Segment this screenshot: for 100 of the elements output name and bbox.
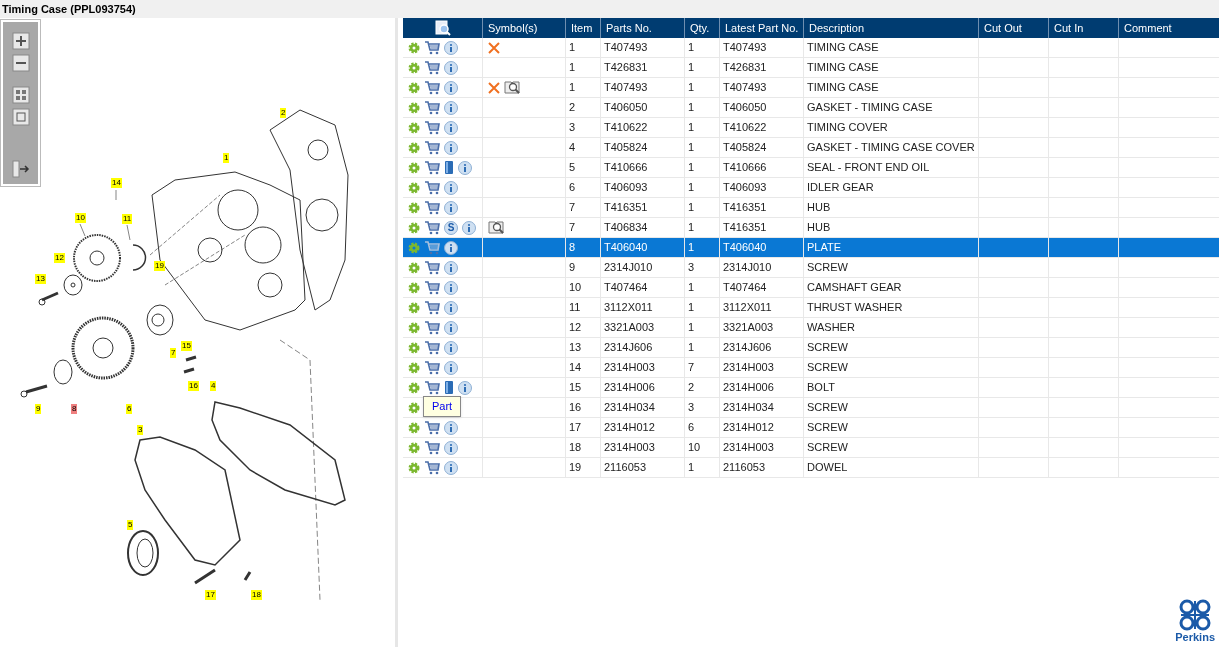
table-row[interactable]: 14 2314H003 7 2314H003 SCREW (403, 358, 1219, 378)
column-header[interactable]: Comment (1119, 18, 1219, 38)
shopping-cart-icon[interactable] (424, 260, 440, 275)
shopping-cart-icon[interactable] (424, 120, 440, 135)
info-icon[interactable] (444, 360, 458, 375)
callout-label[interactable]: 9 (35, 404, 42, 414)
shopping-cart-icon[interactable] (424, 240, 440, 255)
table-row[interactable]: 13 2314J606 1 2314J606 SCREW (403, 338, 1219, 358)
callout-label[interactable]: 1 (223, 153, 230, 163)
table-row[interactable]: 8 T406040 1 T406040 PLATE (403, 238, 1219, 258)
info-icon[interactable] (462, 220, 476, 235)
shopping-cart-icon[interactable] (424, 180, 440, 195)
table-cell-text: T406040 (723, 240, 767, 256)
callout-label[interactable]: 7 (170, 348, 177, 358)
table-cell-text: 1 (688, 60, 695, 76)
info-icon[interactable] (444, 180, 458, 195)
table-cell-text: 2314H012 (604, 420, 655, 436)
info-icon[interactable] (444, 120, 458, 135)
table-row[interactable]: S 7 T406834 1 T416351 HUB (403, 218, 1219, 238)
table-row[interactable]: 1 T407493 1 T407493 TIMING CASE (403, 78, 1219, 98)
shopping-cart-icon[interactable] (424, 380, 440, 395)
callout-label[interactable]: 2 (280, 108, 287, 118)
shopping-cart-icon[interactable] (424, 140, 440, 155)
info-icon[interactable] (444, 200, 458, 215)
search-list-icon[interactable] (434, 20, 451, 36)
table-row[interactable]: 15 2314H006 2 2314H006 BOLT (403, 378, 1219, 398)
info-icon[interactable] (444, 240, 458, 255)
callout-label[interactable]: 13 (35, 274, 46, 284)
table-row[interactable]: 17 2314H012 6 2314H012 SCREW (403, 418, 1219, 438)
shopping-cart-icon[interactable] (424, 160, 440, 175)
info-icon[interactable] (458, 380, 472, 395)
fit-view-icon[interactable] (11, 86, 30, 104)
zoom-in-icon[interactable] (11, 32, 30, 50)
callout-label[interactable]: 3 (137, 425, 144, 435)
shopping-cart-icon[interactable] (424, 340, 440, 355)
info-icon[interactable] (444, 40, 458, 55)
table-row[interactable]: 9 2314J010 3 2314J010 SCREW (403, 258, 1219, 278)
table-cell-text: HUB (807, 220, 831, 236)
shopping-cart-icon[interactable] (424, 40, 440, 55)
shopping-cart-icon[interactable] (424, 280, 440, 295)
callout-label[interactable]: 15 (181, 341, 192, 351)
info-icon[interactable] (444, 280, 458, 295)
table-row[interactable]: 4 T405824 1 T405824 GASKET - TIMING CASE COVER (403, 138, 1219, 158)
callout-label[interactable]: 8 (71, 404, 78, 414)
callout-label[interactable]: 11 (122, 214, 133, 224)
table-cell-text: 3321A003 (604, 320, 655, 336)
callout-label[interactable]: 5 (127, 520, 134, 530)
info-icon[interactable] (458, 160, 472, 175)
table-row[interactable]: 2 T406050 1 T406050 GASKET - TIMING CASE (403, 98, 1219, 118)
callout-label[interactable]: 12 (54, 253, 65, 263)
table-row[interactable]: 7 T416351 1 T416351 HUB (403, 198, 1219, 218)
table-row[interactable]: 10 T407464 1 T407464 CAMSHAFT GEAR (403, 278, 1219, 298)
info-icon[interactable] (444, 260, 458, 275)
shopping-cart-icon[interactable] (424, 220, 440, 235)
shopping-cart-icon[interactable] (424, 100, 440, 115)
table-cell-text: 1 (688, 160, 695, 176)
callout-label[interactable]: 10 (75, 213, 86, 223)
table-row[interactable]: 1 T426831 1 T426831 TIMING CASE (403, 58, 1219, 78)
info-icon[interactable] (444, 420, 458, 435)
table-row[interactable]: 3 T410622 1 T410622 TIMING COVER (403, 118, 1219, 138)
zoom-out-icon[interactable] (11, 54, 30, 72)
info-icon[interactable] (444, 320, 458, 335)
callout-label[interactable]: 17 (205, 590, 216, 600)
table-cell-text: SCREW (807, 340, 848, 356)
info-icon[interactable] (444, 80, 458, 95)
info-icon[interactable] (444, 460, 458, 475)
table-row[interactable]: 11 3112X011 1 3112X011 THRUST WASHER (403, 298, 1219, 318)
info-icon[interactable] (444, 340, 458, 355)
shopping-cart-icon[interactable] (424, 200, 440, 215)
callout-label[interactable]: 16 (188, 381, 199, 391)
table-row[interactable]: 6 T406093 1 T406093 IDLER GEAR (403, 178, 1219, 198)
info-icon[interactable] (444, 300, 458, 315)
info-icon[interactable] (444, 140, 458, 155)
shopping-cart-icon[interactable] (424, 420, 440, 435)
shopping-cart-icon[interactable] (424, 440, 440, 455)
shopping-cart-icon[interactable] (424, 320, 440, 335)
shopping-cart-icon[interactable] (424, 60, 440, 75)
shopping-cart-icon[interactable] (424, 360, 440, 375)
book-icon[interactable] (444, 160, 454, 175)
info-icon[interactable] (444, 440, 458, 455)
table-row[interactable]: 5 T410666 1 T410666 SEAL - FRONT END OIL (403, 158, 1219, 178)
callout-label[interactable]: 19 (154, 261, 165, 271)
table-row[interactable]: 19 2116053 1 2116053 DOWEL (403, 458, 1219, 478)
info-icon[interactable] (444, 60, 458, 75)
panel-arrow-icon[interactable] (11, 160, 30, 178)
table-row[interactable]: 12 3321A003 1 3321A003 WASHER (403, 318, 1219, 338)
callout-label[interactable]: 6 (126, 404, 133, 414)
callout-label[interactable]: 14 (111, 178, 122, 188)
table-cell-text: 1 (688, 240, 695, 256)
shopping-cart-icon[interactable] (424, 460, 440, 475)
book-icon[interactable] (444, 380, 454, 395)
info-icon[interactable] (444, 100, 458, 115)
shopping-cart-icon[interactable] (424, 80, 440, 95)
table-row[interactable]: 18 2314H003 10 2314H003 SCREW (403, 438, 1219, 458)
table-cell-text: T410666 (723, 160, 767, 176)
status-badge[interactable]: S (444, 220, 458, 235)
callout-label[interactable]: 4 (210, 381, 217, 391)
callout-label[interactable]: 18 (251, 590, 262, 600)
table-row[interactable]: 1 T407493 1 T407493 TIMING CASE (403, 38, 1219, 58)
shopping-cart-icon[interactable] (424, 300, 440, 315)
